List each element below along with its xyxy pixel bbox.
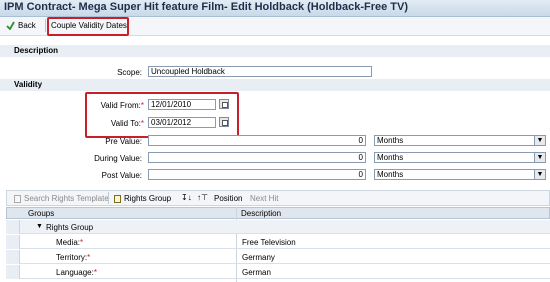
back-label: Back: [18, 21, 36, 30]
during-value-label: During Value:: [94, 154, 142, 163]
scope-label: Scope:: [117, 68, 142, 77]
row-label-territory: Territory:*: [56, 253, 91, 262]
scope-field[interactable]: Uncoupled Holdback: [148, 66, 372, 77]
collapse-triangle-icon[interactable]: ▼: [36, 223, 43, 230]
rights-group-button[interactable]: Rights Group: [114, 194, 171, 203]
new-document-icon: [114, 194, 121, 203]
calendar-icon[interactable]: [219, 99, 229, 109]
pre-unit-select[interactable]: Months ▼: [374, 135, 546, 146]
row-selector[interactable]: [6, 265, 20, 279]
checkmark-icon: [6, 21, 15, 30]
chevron-down-icon: ▼: [534, 153, 545, 162]
valid-from-input[interactable]: 12/01/2010: [148, 99, 216, 110]
row-selector[interactable]: [6, 220, 20, 234]
description-section-header: [0, 45, 550, 57]
valid-to-label: Valid To:*: [110, 119, 144, 128]
column-header-description[interactable]: Description: [241, 209, 281, 218]
calendar-icon[interactable]: [219, 117, 229, 127]
post-unit-value: Months: [377, 170, 404, 179]
pre-value-input[interactable]: 0: [148, 135, 366, 146]
valid-from-label: Valid From:*: [100, 101, 144, 110]
row-selector[interactable]: [6, 250, 20, 264]
post-value-input[interactable]: 0: [148, 169, 366, 180]
couple-validity-dates-button[interactable]: Couple Validity Dates: [51, 21, 127, 30]
search-rights-template-button[interactable]: Search Rights Template: [14, 194, 109, 203]
move-down-icon[interactable]: ↧↓: [181, 193, 192, 202]
row-value-language: German: [242, 268, 271, 277]
toolbar-divider: [45, 19, 46, 32]
validity-header: Validity: [14, 80, 43, 89]
row-value-media: Free Television: [242, 238, 296, 247]
toolbar-divider: [108, 192, 109, 204]
position-button[interactable]: Position: [214, 194, 242, 203]
during-value-input[interactable]: 0: [148, 152, 366, 163]
post-unit-select[interactable]: Months ▼: [374, 169, 546, 180]
document-icon: [14, 194, 21, 203]
rights-group-node: Rights Group: [46, 223, 94, 232]
chevron-down-icon: ▼: [534, 136, 545, 145]
description-header: Description: [14, 46, 59, 55]
during-unit-select[interactable]: Months ▼: [374, 152, 546, 163]
move-up-icon[interactable]: ↑⊤: [197, 193, 208, 202]
row-label-language: Language:*: [56, 268, 97, 277]
post-value-label: Post Value:: [101, 171, 142, 180]
next-hit-button[interactable]: Next Hit: [250, 194, 278, 203]
row-label-media: Media:*: [56, 238, 84, 247]
pre-unit-value: Months: [377, 136, 404, 145]
chevron-down-icon: ▼: [534, 170, 545, 179]
row-selector[interactable]: [6, 235, 20, 249]
validity-section-header: [0, 79, 550, 91]
window-title: IPM Contract- Mega Super Hit feature Fil…: [4, 1, 408, 13]
back-button[interactable]: Back: [6, 21, 36, 30]
column-header-groups[interactable]: Groups: [28, 209, 54, 218]
during-unit-value: Months: [377, 153, 404, 162]
rights-group-label: Rights Group: [124, 194, 172, 203]
row-value-territory: Germany: [242, 253, 275, 262]
valid-to-input[interactable]: 03/01/2012: [148, 117, 216, 128]
search-rights-template-label: Search Rights Template: [24, 194, 109, 203]
pre-value-label: Pre Value:: [105, 137, 142, 146]
